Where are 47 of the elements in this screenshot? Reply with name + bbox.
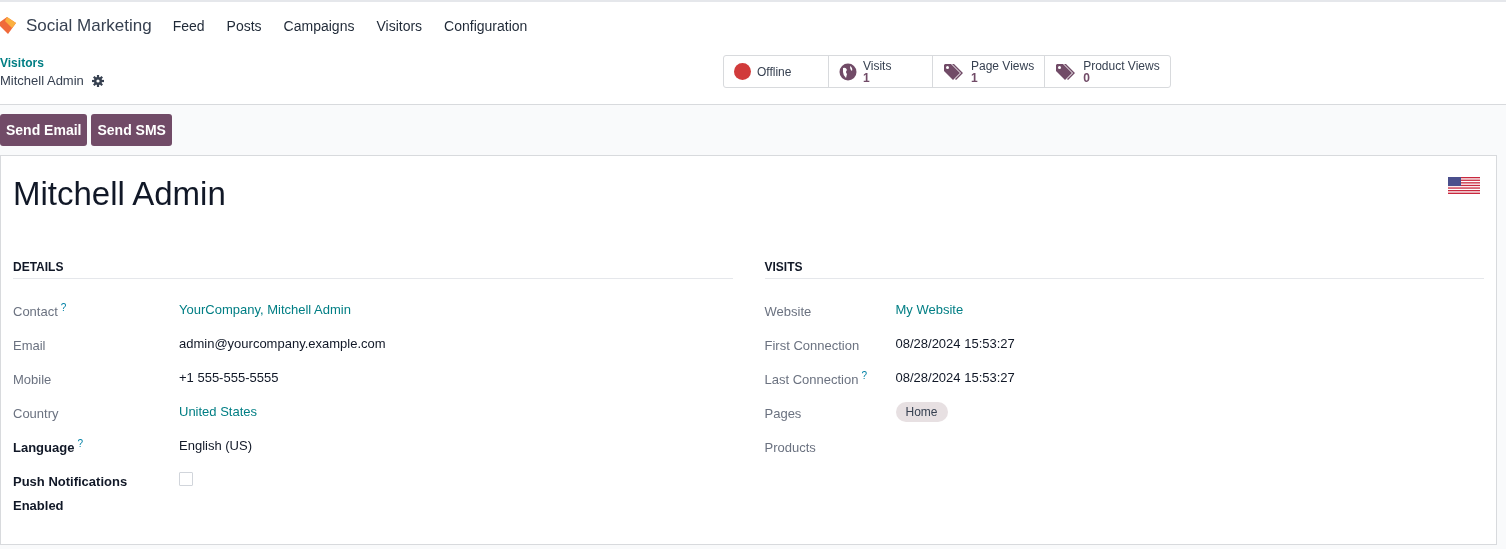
tags-icon: [1055, 62, 1078, 81]
checkbox[interactable]: [179, 472, 193, 486]
app-name[interactable]: Social Marketing: [26, 13, 152, 39]
section-heading: DETAILS: [13, 258, 733, 279]
menu-item[interactable]: Campaigns: [283, 15, 355, 37]
field-value: 08/28/2024 15:53:27: [895, 369, 1015, 387]
field-label: Products: [764, 440, 816, 455]
field-link[interactable]: YourCompany, Mitchell Admin: [179, 300, 351, 320]
menu-item[interactable]: Visitors: [376, 15, 423, 37]
field-label: Mobile: [13, 372, 52, 387]
help-icon[interactable]: ?: [60, 302, 67, 313]
section-heading: VISITS: [764, 258, 1484, 279]
field-label: Email: [13, 338, 46, 353]
settings-icon[interactable]: [91, 74, 104, 87]
app-logo-icon[interactable]: [0, 17, 16, 35]
stat-button[interactable]: Product Views 0: [1044, 56, 1170, 87]
stat-button[interactable]: Offline: [724, 56, 828, 87]
field-value: admin@yourcompany.example.com: [179, 335, 386, 353]
help-icon[interactable]: ?: [77, 438, 83, 449]
field-label: Last Connection: [764, 372, 859, 387]
field-value: English (US): [179, 437, 252, 455]
action-button[interactable]: Send Email: [0, 114, 88, 146]
field-label: Language: [13, 440, 75, 455]
record-name: Mitchell Admin: [0, 72, 84, 90]
menu-item[interactable]: Configuration: [444, 15, 528, 37]
field-link[interactable]: My Website: [895, 300, 964, 320]
field-label: Contact: [13, 304, 58, 319]
action-button[interactable]: Send SMS: [91, 114, 172, 146]
field-label: Website: [764, 304, 812, 319]
breadcrumb-link[interactable]: Visitors: [0, 55, 723, 71]
page-tag: Home: [895, 402, 948, 422]
field-label: Pages: [764, 406, 802, 421]
menu-item[interactable]: Posts: [226, 15, 262, 37]
us-flag-icon: [1448, 177, 1480, 194]
field-label: Push Notifications Enabled: [13, 474, 128, 513]
field-link[interactable]: United States: [179, 402, 258, 422]
globe-icon: [839, 62, 857, 81]
record-title: Mitchell Admin: [13, 174, 226, 214]
help-icon[interactable]: ?: [861, 370, 867, 381]
field-label: First Connection: [764, 338, 860, 353]
stat-button[interactable]: Visits 1: [828, 56, 932, 87]
menu-item[interactable]: Feed: [172, 15, 205, 37]
field-value: 08/28/2024 15:53:27: [895, 335, 1015, 353]
field-label: Country: [13, 406, 59, 421]
stat-button[interactable]: Page Views 1: [932, 56, 1045, 87]
field-value: +1 555-555-5555: [179, 369, 279, 387]
tags-icon: [943, 62, 965, 81]
